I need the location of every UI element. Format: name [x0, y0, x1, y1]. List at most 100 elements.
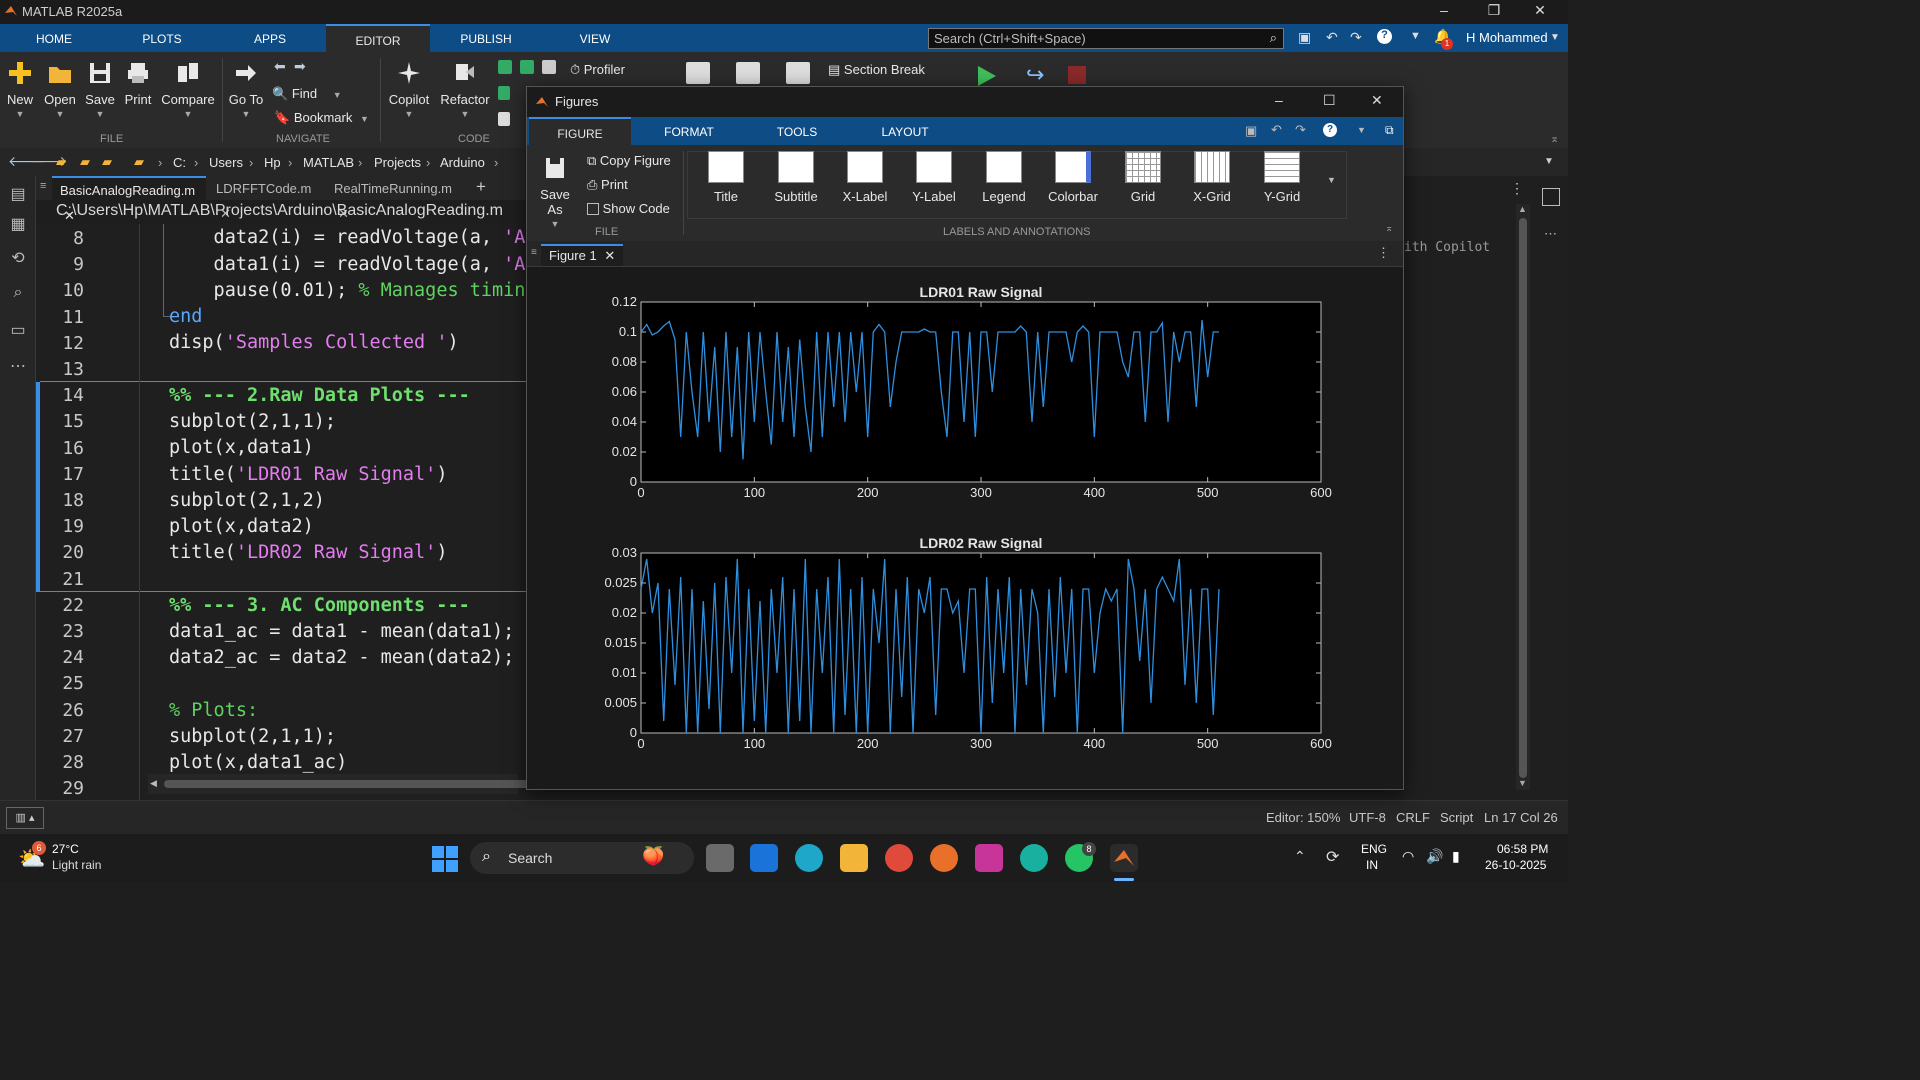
- print-button[interactable]: Print: [122, 60, 154, 107]
- indent-icon[interactable]: [498, 112, 510, 126]
- wifi-icon[interactable]: ◠: [1402, 848, 1414, 865]
- crumb-arduino[interactable]: Arduino: [440, 155, 485, 170]
- search-folder-icon[interactable]: ▰: [102, 154, 112, 170]
- fig-tab-layout[interactable]: LAYOUT: [851, 117, 959, 145]
- bookmark-button[interactable]: 🔖 Bookmark ▼: [274, 110, 369, 126]
- fig-undo-icon[interactable]: ↶: [1271, 122, 1282, 138]
- run-icon[interactable]: [976, 64, 998, 88]
- gallery-ygrid[interactable]: Y-Grid: [1251, 151, 1313, 204]
- close-tab-icon[interactable]: ✕: [604, 248, 615, 263]
- fig-quick-access-icon[interactable]: ▼: [1357, 125, 1366, 135]
- gallery-xlabel[interactable]: X-Label: [834, 151, 896, 204]
- lang-region[interactable]: IN: [1366, 858, 1378, 872]
- run-section-icon[interactable]: [786, 62, 810, 84]
- more-options-icon[interactable]: ⋮: [1510, 180, 1524, 197]
- panel-more-icon[interactable]: ⋯: [1544, 226, 1557, 242]
- profiler-button[interactable]: ⏱ Profiler: [570, 62, 625, 78]
- fig-tab-figure[interactable]: FIGURE: [529, 117, 631, 145]
- fig-tab-format[interactable]: FORMAT: [635, 117, 743, 145]
- windows-start-icon[interactable]: [432, 846, 458, 872]
- copilot-button[interactable]: Copilot ▼: [386, 60, 432, 119]
- weather-desc[interactable]: Light rain: [52, 858, 101, 872]
- crumb-hp[interactable]: Hp: [264, 155, 281, 170]
- refactor-button[interactable]: Refactor ▼: [440, 60, 490, 119]
- forward-arrow-icon[interactable]: ➡: [294, 58, 306, 75]
- battery-icon[interactable]: ▮: [1452, 848, 1460, 865]
- gallery-xgrid[interactable]: X-Grid: [1181, 151, 1243, 204]
- gallery-colorbar[interactable]: Colorbar: [1042, 151, 1104, 204]
- doc-tab-menu-icon[interactable]: ≡: [531, 247, 537, 258]
- user-menu[interactable]: H Mohammed: [1466, 30, 1548, 45]
- fig-collapse-ribbon-icon[interactable]: ⌅: [1385, 223, 1393, 234]
- fig-help-icon[interactable]: ?: [1323, 123, 1337, 137]
- tab-plots[interactable]: PLOTS: [108, 24, 216, 52]
- crumb-projects[interactable]: Projects: [374, 155, 421, 170]
- volume-icon[interactable]: 🔊: [1426, 848, 1443, 865]
- undo-icon[interactable]: ↶: [1326, 29, 1338, 46]
- show-code-checkbox[interactable]: Show Code: [587, 201, 670, 216]
- section-insert-icon[interactable]: [686, 62, 710, 84]
- task-view-icon[interactable]: [706, 844, 734, 872]
- section-add-icon[interactable]: [736, 62, 760, 84]
- fig-save-icon[interactable]: ▣: [1245, 123, 1257, 139]
- step-icon[interactable]: ↪: [1026, 62, 1044, 88]
- wrap-icon[interactable]: [498, 86, 510, 100]
- files-icon[interactable]: ▤: [7, 184, 29, 206]
- file-explorer-icon[interactable]: [840, 844, 868, 872]
- collapse-ribbon-icon[interactable]: ⌅: [1550, 132, 1559, 145]
- chrome-icon[interactable]: [885, 844, 913, 872]
- figures-close-icon[interactable]: ✕: [1371, 92, 1383, 109]
- up-folder-icon[interactable]: ▰: [56, 154, 66, 170]
- add-tab-icon[interactable]: +: [476, 177, 486, 197]
- help-icon[interactable]: ?: [1377, 29, 1392, 44]
- tab-home[interactable]: HOME: [0, 24, 108, 52]
- gallery-grid[interactable]: Grid: [1112, 151, 1174, 204]
- crumb-c[interactable]: C:: [173, 155, 186, 170]
- save-as-button[interactable]: Save As ▼: [533, 155, 577, 229]
- status-position[interactable]: Ln 17 Col 26: [1484, 810, 1558, 825]
- scroll-thumb[interactable]: [164, 780, 544, 788]
- new-button[interactable]: New ▼: [4, 60, 36, 119]
- restore-icon[interactable]: ❐: [1474, 2, 1514, 22]
- edge-icon[interactable]: [795, 844, 823, 872]
- store-icon[interactable]: [750, 844, 778, 872]
- crumb-users[interactable]: Users: [209, 155, 243, 170]
- panels-toggle-icon[interactable]: ▥ ▴: [6, 807, 44, 829]
- tab-editor[interactable]: EDITOR: [326, 24, 430, 52]
- figures-maximize-icon[interactable]: ☐: [1323, 92, 1336, 109]
- save-button[interactable]: Save ▼: [84, 60, 116, 119]
- scroll-left-icon[interactable]: ◀: [150, 778, 157, 789]
- copilot-app-icon[interactable]: [1020, 844, 1048, 872]
- user-chevron-down-icon[interactable]: ▼: [1550, 32, 1560, 43]
- firefox-icon[interactable]: [930, 844, 958, 872]
- minimize-icon[interactable]: –: [1424, 2, 1464, 22]
- doc-more-options-icon[interactable]: ⋮: [1377, 245, 1390, 261]
- status-eol[interactable]: CRLF: [1396, 810, 1430, 825]
- browse-folder-icon[interactable]: ▰: [80, 154, 90, 170]
- horizontal-scrollbar[interactable]: ◀: [148, 774, 544, 794]
- close-icon[interactable]: ✕: [1520, 2, 1560, 22]
- stop-icon[interactable]: [1068, 66, 1086, 84]
- panel-layout-icon[interactable]: [1542, 188, 1560, 206]
- section-break-button[interactable]: ▤ Section Break: [828, 62, 925, 78]
- taskbar-search[interactable]: ⌕ Search 🍑: [470, 842, 694, 874]
- gallery-subtitle[interactable]: Subtitle: [765, 151, 827, 204]
- copy-figure-button[interactable]: ⧉ Copy Figure: [587, 153, 671, 169]
- status-type[interactable]: Script: [1440, 810, 1473, 825]
- matlab-taskbar-icon[interactable]: [1110, 844, 1138, 872]
- address-dropdown-icon[interactable]: ▼: [1544, 156, 1554, 167]
- code-editor[interactable]: ◀: [36, 224, 544, 800]
- uncomment-icon[interactable]: [520, 60, 534, 74]
- analyze-icon[interactable]: [542, 60, 556, 74]
- tab-menu-icon[interactable]: ≡: [40, 180, 46, 192]
- figures-window[interactable]: Figures – ☐ ✕ FIGURE FORMAT TOOLS LAYOUT…: [526, 86, 1404, 790]
- clock-date[interactable]: 26-10-2025: [1485, 858, 1546, 872]
- search-input[interactable]: Search (Ctrl+Shift+Space) ⌕: [928, 28, 1284, 49]
- compare-button[interactable]: Compare ▼: [160, 60, 216, 119]
- goto-button[interactable]: Go To ▼: [228, 60, 264, 119]
- scroll-up-icon[interactable]: ▲: [1518, 204, 1527, 214]
- save-icon[interactable]: ▣: [1298, 29, 1311, 46]
- gallery-ylabel[interactable]: Y-Label: [903, 151, 965, 204]
- fig-undock-icon[interactable]: ⧉: [1385, 123, 1394, 138]
- tab-realtimerunning[interactable]: RealTimeRunning.m ✕: [326, 176, 466, 221]
